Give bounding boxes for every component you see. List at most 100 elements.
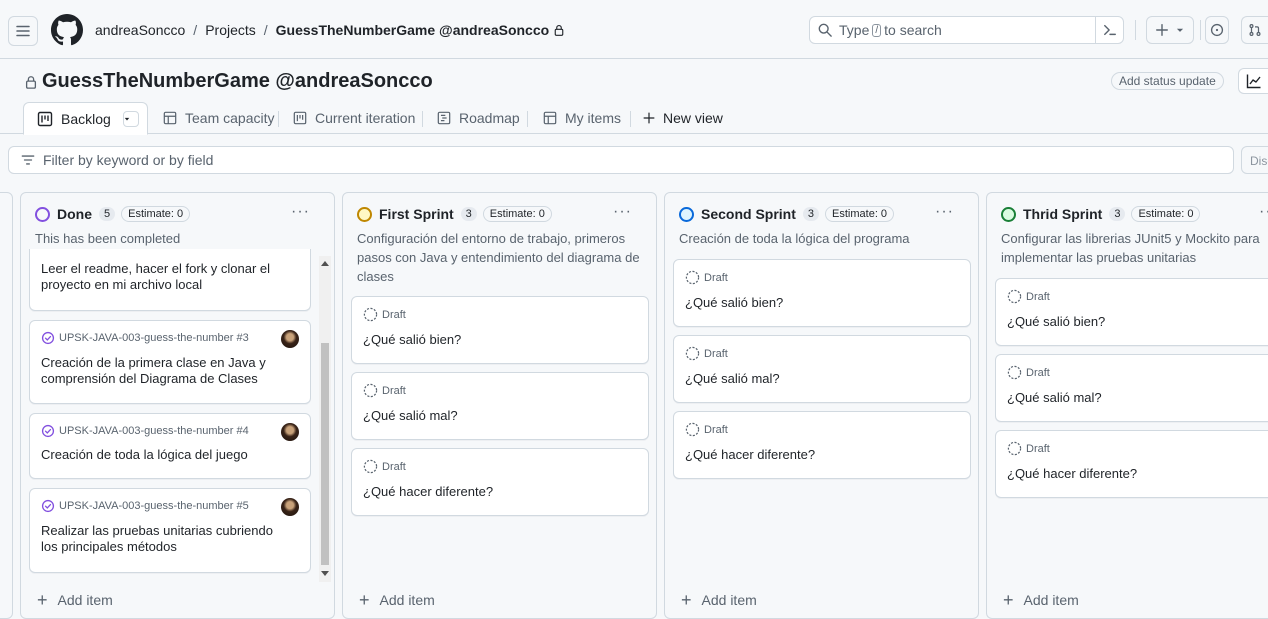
breadcrumb-projects[interactable]: Projects bbox=[205, 22, 256, 38]
github-mark-icon bbox=[51, 14, 83, 46]
tab-my-items[interactable]: My items bbox=[543, 102, 621, 134]
draft-issue-icon bbox=[685, 422, 700, 437]
add-item-button[interactable]: + Add item bbox=[1003, 590, 1079, 610]
board-card[interactable]: Draft ¿Qué salió bien? bbox=[995, 278, 1268, 346]
header-divider bbox=[1200, 20, 1201, 40]
tab-label: Backlog bbox=[61, 110, 111, 127]
card-title: Realizar las pruebas unitarias cubriendo… bbox=[41, 523, 273, 554]
column-options-icon[interactable]: ··· bbox=[291, 203, 310, 221]
card-draft-label: Draft bbox=[1007, 441, 1050, 456]
add-item-label: Add item bbox=[379, 592, 435, 608]
card-draft-label: Draft bbox=[1007, 365, 1050, 380]
board-card[interactable]: Draft ¿Qué hacer diferente? bbox=[673, 411, 971, 479]
filter-input[interactable]: Filter by keyword or by field bbox=[8, 146, 1234, 174]
column-estimate: Estimate: 0 bbox=[482, 206, 552, 222]
issue-closed-icon bbox=[41, 331, 55, 345]
tab-backlog[interactable]: Backlog bbox=[23, 102, 148, 135]
issue-closed-icon bbox=[41, 424, 55, 438]
board-card[interactable]: Draft ¿Qué salió mal? bbox=[351, 372, 649, 440]
column-description: Creación de toda la lógica del programa bbox=[679, 231, 910, 246]
column-options-icon[interactable]: ··· bbox=[935, 203, 954, 221]
column-description: This has been completed bbox=[35, 231, 181, 246]
tab-label: New view bbox=[663, 110, 723, 126]
scrollbar-thumb[interactable] bbox=[321, 343, 329, 565]
plus-icon: + bbox=[1003, 590, 1014, 610]
card-issue-text: UPSK-JAVA-003-guess-the-number #4 bbox=[59, 425, 249, 437]
triangle-down-icon bbox=[124, 117, 130, 120]
breadcrumb-owner[interactable]: andreaSoncco bbox=[95, 22, 185, 38]
board-card[interactable]: Draft ¿Qué hacer diferente? bbox=[995, 430, 1268, 498]
tab-separator bbox=[147, 111, 148, 127]
discard-button[interactable]: Disc bbox=[1241, 146, 1268, 174]
add-item-label: Add item bbox=[57, 592, 113, 608]
card-title: ¿Qué hacer diferente? bbox=[363, 484, 494, 499]
board-card[interactable]: Draft ¿Qué salió mal? bbox=[995, 354, 1268, 422]
command-palette-button[interactable] bbox=[1095, 17, 1123, 43]
tab-label: My items bbox=[565, 110, 621, 126]
tab-roadmap[interactable]: Roadmap bbox=[437, 102, 520, 134]
board-column-first-sprint: First Sprint 3 Estimate: 0 ··· Configura… bbox=[342, 192, 657, 619]
create-new-button[interactable] bbox=[1146, 16, 1194, 44]
breadcrumb-separator: / bbox=[263, 22, 268, 38]
card-issue-ref: UPSK-JAVA-003-guess-the-number #4 bbox=[41, 424, 249, 438]
add-item-button[interactable]: + Add item bbox=[37, 590, 113, 610]
card-title: ¿Qué salió bien? bbox=[685, 295, 784, 310]
breadcrumb: andreaSoncco / Projects / GuessTheNumber… bbox=[95, 22, 565, 38]
draft-issue-icon bbox=[685, 346, 700, 361]
assignee-avatar[interactable] bbox=[281, 330, 299, 348]
draft-issue-icon bbox=[1007, 441, 1022, 456]
assignee-avatar[interactable] bbox=[281, 423, 299, 441]
board-card[interactable]: Draft ¿Qué salió mal? bbox=[673, 335, 971, 403]
board-column-thrid-sprint: Thrid Sprint 3 Estimate: 0 ··· Configura… bbox=[986, 192, 1268, 619]
add-item-button[interactable]: + Add item bbox=[359, 591, 435, 609]
issues-button[interactable] bbox=[1205, 16, 1229, 44]
card-title: Creación de toda la lógica del juego bbox=[41, 447, 248, 462]
search-shortcut-key: / bbox=[872, 23, 882, 37]
table-icon bbox=[543, 111, 557, 125]
menu-button[interactable] bbox=[8, 16, 38, 46]
filter-placeholder: Filter by keyword or by field bbox=[43, 152, 214, 168]
view-options-dropdown[interactable] bbox=[122, 110, 139, 127]
insights-button[interactable] bbox=[1238, 68, 1268, 94]
column-scrollbar[interactable] bbox=[319, 256, 331, 582]
project-board-icon bbox=[293, 111, 307, 125]
draft-issue-icon bbox=[1007, 289, 1022, 304]
tab-team-capacity[interactable]: Team capacity bbox=[163, 102, 274, 134]
column-estimate: Estimate: 0 bbox=[825, 206, 895, 222]
search-input[interactable]: Type / to search bbox=[809, 16, 1124, 44]
card-title: ¿Qué salió bien? bbox=[363, 332, 462, 347]
add-status-update-button[interactable]: Add status update bbox=[1111, 72, 1224, 90]
scroll-up-icon[interactable] bbox=[321, 261, 329, 266]
roadmap-icon bbox=[437, 111, 451, 125]
board-card[interactable]: UPSK-JAVA-003-guess-the-number #3 Creaci… bbox=[29, 320, 311, 404]
plus-icon: + bbox=[37, 590, 48, 610]
add-item-label: Add item bbox=[1023, 592, 1079, 608]
board-card[interactable]: Draft ¿Qué salió bien? bbox=[673, 259, 971, 327]
card-title: Leer el readme, hacer el fork y clonar e… bbox=[41, 261, 271, 292]
assignee-avatar[interactable] bbox=[281, 498, 299, 516]
card-draft-label: Draft bbox=[363, 383, 406, 398]
tab-label: Roadmap bbox=[459, 110, 520, 126]
board-card[interactable]: Leer el readme, hacer el fork y clonar e… bbox=[29, 249, 311, 311]
scroll-down-icon[interactable] bbox=[321, 571, 329, 576]
column-options-icon[interactable]: ··· bbox=[613, 203, 632, 221]
breadcrumb-separator: / bbox=[193, 22, 198, 38]
board-card[interactable]: Draft ¿Qué salió bien? bbox=[351, 296, 649, 364]
board-card[interactable]: UPSK-JAVA-003-guess-the-number #5 Realiz… bbox=[29, 488, 311, 573]
add-item-button[interactable]: + Add item bbox=[681, 590, 757, 610]
board-card[interactable]: UPSK-JAVA-003-guess-the-number #4 Creaci… bbox=[29, 413, 311, 479]
breadcrumb-project[interactable]: GuessTheNumberGame @andreaSoncco bbox=[276, 22, 550, 38]
tab-current-iteration[interactable]: Current iteration bbox=[293, 102, 415, 134]
card-title: ¿Qué salió bien? bbox=[1007, 314, 1106, 329]
card-issue-text: UPSK-JAVA-003-guess-the-number #5 bbox=[59, 500, 249, 512]
plus-icon: + bbox=[681, 590, 692, 610]
pull-requests-button[interactable] bbox=[1241, 16, 1268, 44]
column-name: Second Sprint bbox=[701, 206, 796, 222]
column-options-icon[interactable]: ··· bbox=[1259, 203, 1268, 221]
card-draft-label: Draft bbox=[685, 346, 728, 361]
board-column-second-sprint: Second Sprint 3 Estimate: 0 ··· Creación… bbox=[664, 192, 979, 619]
github-logo[interactable] bbox=[51, 14, 83, 51]
draft-text: Draft bbox=[704, 271, 728, 284]
board-card[interactable]: Draft ¿Qué hacer diferente? bbox=[351, 448, 649, 516]
new-view-button[interactable]: New view bbox=[643, 102, 723, 134]
